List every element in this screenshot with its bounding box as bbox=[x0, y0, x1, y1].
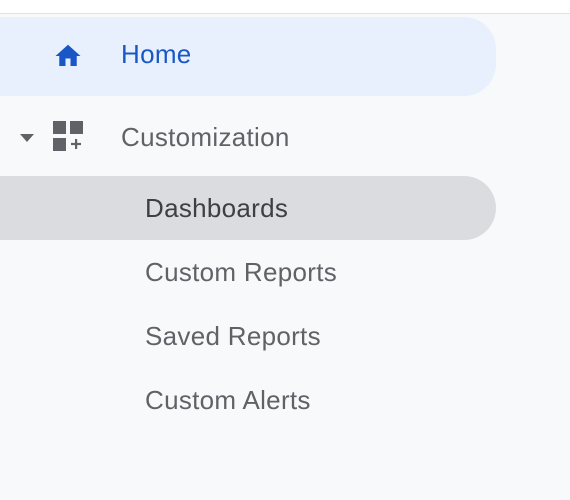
sidebar-group-customization-label: Customization bbox=[121, 122, 290, 152]
sidebar-item-home[interactable]: Home bbox=[0, 17, 496, 96]
sidebar-group-customization[interactable]: Customization bbox=[0, 104, 496, 170]
sidebar-item-label: Custom Reports bbox=[145, 257, 338, 287]
caret-down-icon[interactable] bbox=[18, 132, 36, 144]
sidebar-item-custom-reports[interactable]: Custom Reports bbox=[0, 240, 496, 304]
dashboard-add-icon bbox=[53, 121, 83, 151]
sidebar-item-saved-reports[interactable]: Saved Reports bbox=[0, 304, 496, 368]
sidebar-item-home-label: Home bbox=[121, 39, 192, 69]
top-divider bbox=[0, 0, 570, 14]
sidebar-item-custom-alerts[interactable]: Custom Alerts bbox=[0, 368, 496, 432]
sidebar-item-label: Dashboards bbox=[145, 193, 289, 223]
sidebar-item-dashboards[interactable]: Dashboards bbox=[0, 176, 496, 240]
sidebar-item-label: Custom Alerts bbox=[145, 385, 311, 415]
sidebar-item-label: Saved Reports bbox=[145, 321, 321, 351]
home-icon bbox=[55, 44, 81, 66]
